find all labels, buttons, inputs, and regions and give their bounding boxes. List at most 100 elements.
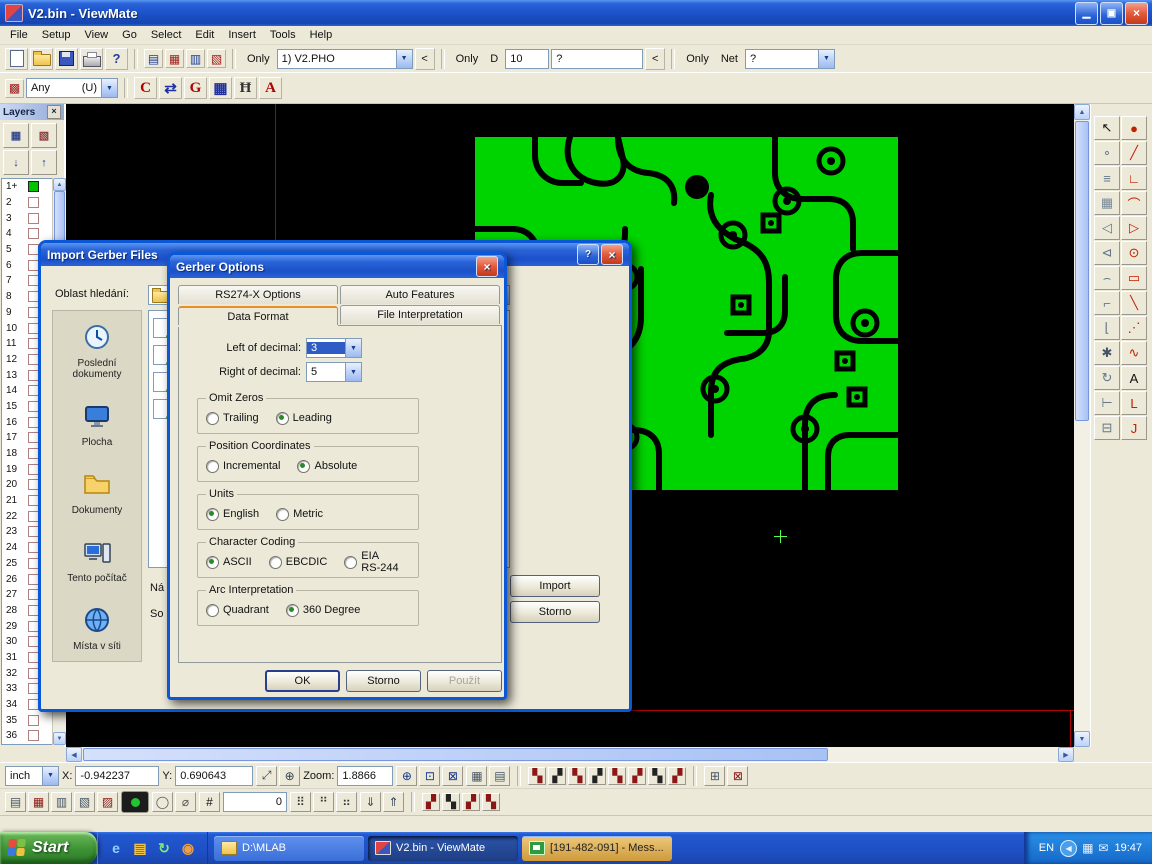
only-layer-toggle[interactable]: Only [242, 53, 275, 65]
dcode-pattern-4-button[interactable]: ▞ [588, 767, 606, 785]
swap-button[interactable]: ⇄ [159, 77, 182, 99]
layer-letter-tool[interactable]: L [1121, 391, 1147, 415]
menu-go[interactable]: Go [115, 27, 144, 43]
layer-combo[interactable]: 1) V2.PHO [277, 49, 413, 69]
rectangle-tool[interactable]: ▭ [1121, 266, 1147, 290]
cancel-button[interactable]: Storno [346, 670, 421, 692]
zoom-window-button[interactable]: ⊡ [419, 766, 440, 786]
stack-tool[interactable]: ≡ [1094, 166, 1120, 190]
circle-tool[interactable]: ⊙ [1121, 241, 1147, 265]
tab-rs274-x-options[interactable]: RS274-X Options [178, 285, 338, 304]
corner-tool[interactable]: ⌐ [1094, 291, 1120, 315]
plane-tool[interactable]: ▦ [1094, 191, 1120, 215]
ie-quicklaunch-icon[interactable]: e [106, 838, 126, 858]
selection-pattern-button[interactable]: ▩ [5, 79, 24, 98]
layer-swatch[interactable] [28, 715, 39, 726]
component-c-button[interactable]: C [134, 77, 157, 99]
tab-file-interpretation[interactable]: File Interpretation [340, 305, 500, 324]
dot-grid-1-button[interactable]: ⠿ [290, 792, 311, 812]
dcode-pattern-2-button[interactable]: ▞ [548, 767, 566, 785]
scroll-down-icon[interactable] [53, 732, 66, 745]
hook-tool[interactable]: J [1121, 416, 1147, 440]
chevron-down-icon[interactable] [818, 50, 834, 68]
task-message[interactable]: [191-482-091] - Mess... [522, 836, 672, 861]
left-of-decimal-combo[interactable]: 3 [306, 338, 362, 358]
radio-eia-rs-244[interactable]: EIA RS-244 [344, 550, 399, 574]
dcode-value-field[interactable]: 10 [505, 49, 549, 69]
align-tool[interactable]: ⊲ [1094, 241, 1120, 265]
vertical-scrollbar[interactable] [1074, 104, 1090, 747]
select-circle-button[interactable]: ◯ [152, 792, 173, 812]
arc-tool[interactable]: ⌒ [1121, 191, 1147, 215]
print-button[interactable] [80, 48, 103, 70]
table-tool[interactable]: ⊟ [1094, 416, 1120, 440]
scrollbar-thumb[interactable] [83, 748, 828, 761]
grid-style-button[interactable]: ▤ [489, 766, 510, 786]
origin-button[interactable]: ⊕ [279, 766, 300, 786]
chevron-down-icon[interactable] [101, 79, 117, 97]
context-help-button[interactable]: ? [105, 48, 128, 70]
layer-swatch[interactable] [28, 197, 39, 208]
radio-leading[interactable]: Leading [276, 412, 332, 425]
dcode-pattern-5-button[interactable]: ▚ [608, 767, 626, 785]
open-file-button[interactable] [30, 48, 53, 70]
radio-incremental[interactable]: Incremental [206, 460, 280, 473]
scroll-up-icon[interactable] [1074, 104, 1090, 120]
scroll-down-icon[interactable] [1074, 731, 1090, 747]
restore-button[interactable]: ▣ [1100, 2, 1123, 25]
triangle-tool[interactable]: ▷ [1121, 216, 1147, 240]
polyline-tool[interactable]: ∟ [1121, 166, 1147, 190]
only-dcode-toggle[interactable]: Only [451, 53, 484, 65]
menu-view[interactable]: View [77, 27, 115, 43]
step-tool[interactable]: ⌊ [1094, 316, 1120, 340]
net-combo[interactable]: ? [745, 49, 835, 69]
wave-tool[interactable]: ∿ [1121, 341, 1147, 365]
menu-help[interactable]: Help [303, 27, 340, 43]
h-button[interactable]: Ħ [234, 77, 257, 99]
selection-filter-combo[interactable]: Any (U) [26, 78, 118, 98]
clear-pattern-button[interactable]: ⊠ [727, 766, 748, 786]
film-1-button[interactable]: ▤ [5, 792, 26, 812]
browser-quicklaunch-icon[interactable]: ◉ [178, 838, 198, 858]
layer-edit-button[interactable]: ▧ [31, 123, 57, 148]
pad-tool[interactable]: ● [1121, 116, 1147, 140]
dcode-pattern-1-button[interactable]: ▚ [528, 767, 546, 785]
scroll-left-icon[interactable] [66, 747, 82, 762]
units-combo[interactable]: inch [5, 766, 59, 786]
zoom-value-field[interactable]: 1.8866 [337, 766, 393, 786]
highlight-button[interactable]: ▧ [207, 49, 226, 68]
layer-swatch[interactable] [28, 228, 39, 239]
pan-button[interactable]: ⤢ [256, 766, 277, 786]
clock[interactable]: 19:47 [1114, 842, 1142, 854]
menu-insert[interactable]: Insert [221, 27, 263, 43]
pattern-3-button[interactable]: ▞ [462, 793, 480, 811]
layer-table-button[interactable]: ▦ [3, 123, 29, 148]
zoom-in-button[interactable]: ⊕ [396, 766, 417, 786]
radio-ebcdic[interactable]: EBCDIC [269, 556, 328, 569]
scroll-up-icon[interactable] [53, 178, 66, 191]
scroll-right-icon[interactable] [1058, 747, 1074, 762]
chevron-down-icon[interactable] [345, 363, 361, 381]
y-coordinate-field[interactable]: 0.690643 [175, 766, 253, 786]
close-icon[interactable]: × [601, 244, 623, 265]
only-net-toggle[interactable]: Only [681, 53, 714, 65]
radio-english[interactable]: English [206, 508, 259, 521]
save-file-button[interactable] [55, 48, 78, 70]
chevron-down-icon[interactable] [396, 50, 412, 68]
close-button[interactable]: × [1125, 2, 1148, 25]
pattern-4-button[interactable]: ▚ [482, 793, 500, 811]
aperture-table-button[interactable]: ▤ [144, 49, 163, 68]
close-layers-icon[interactable]: × [47, 105, 61, 119]
curve-tool[interactable]: ⌢ [1094, 266, 1120, 290]
new-file-button[interactable] [5, 48, 28, 70]
messenger-tray-icon[interactable]: ✉ [1098, 841, 1108, 855]
rotate-tool[interactable]: ↻ [1094, 366, 1120, 390]
film-4-button[interactable]: ▧ [74, 792, 95, 812]
right-of-decimal-combo[interactable]: 5 [306, 362, 362, 382]
menu-edit[interactable]: Edit [188, 27, 221, 43]
zoom-all-button[interactable]: ⊠ [442, 766, 463, 786]
chevron-down-icon[interactable] [42, 767, 58, 785]
text-a-button[interactable]: A [259, 77, 282, 99]
select-tool[interactable]: ↖ [1094, 116, 1120, 140]
explorer-quicklaunch-icon[interactable]: ▤ [130, 838, 150, 858]
